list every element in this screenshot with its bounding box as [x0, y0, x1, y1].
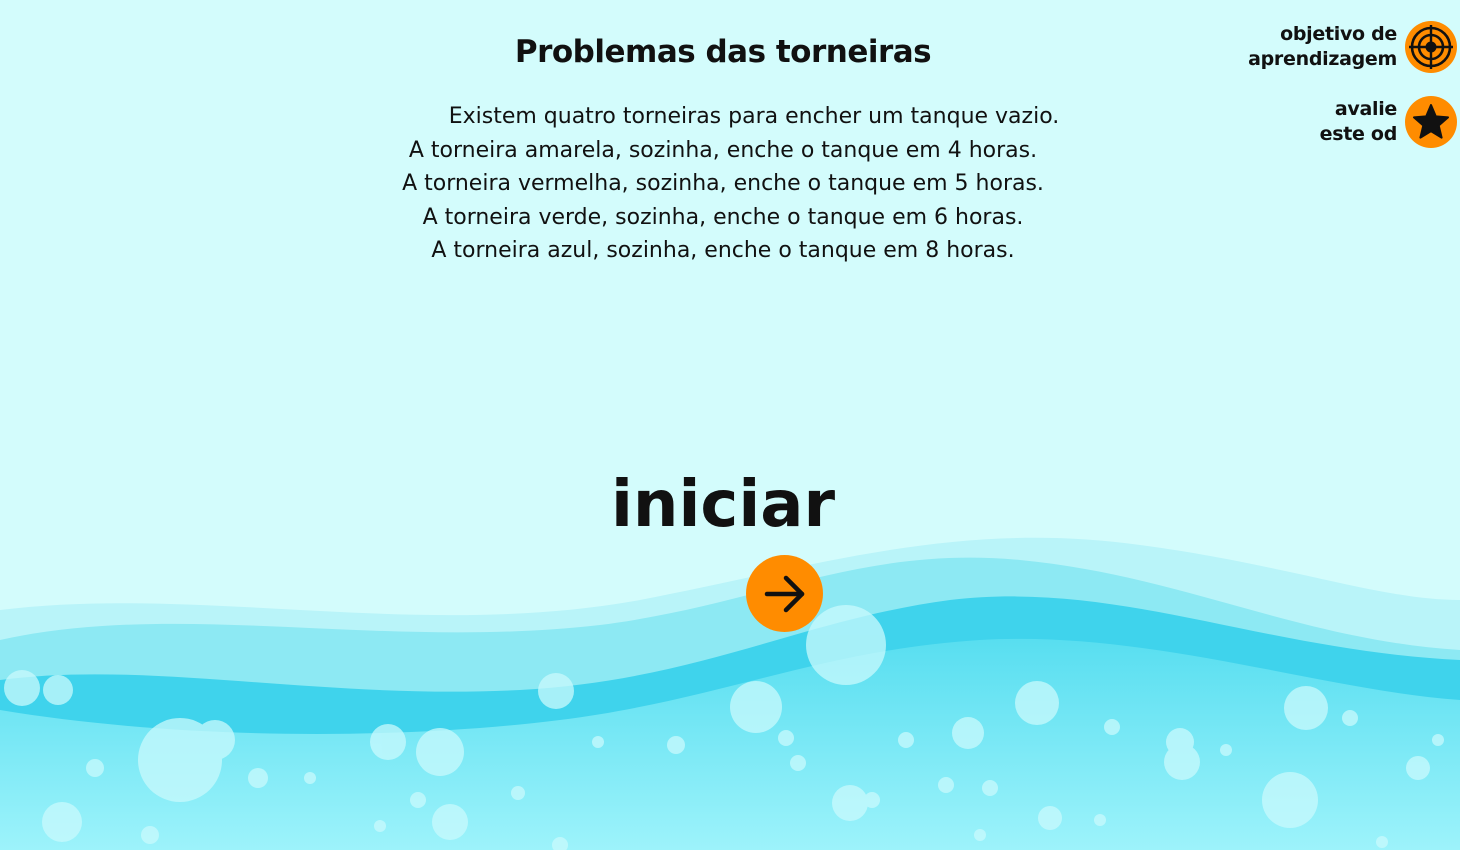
problem-description: Existem quatro torneiras para encher um …: [0, 100, 1446, 268]
rate-label-line1: avalie: [1334, 98, 1397, 120]
target-icon[interactable]: [1405, 21, 1457, 73]
learning-objective-button[interactable]: objetivo de aprendizagem: [1248, 21, 1457, 73]
description-line: A torneira amarela, sozinha, enche o tan…: [408, 137, 1038, 163]
rate-label: avalie este od: [1319, 97, 1398, 147]
star-icon[interactable]: [1405, 96, 1457, 148]
description-line: A torneira azul, sozinha, enche o tanque…: [431, 238, 1015, 263]
page-title: Problemas das torneiras: [514, 34, 932, 70]
learning-objective-label-line2: aprendizagem: [1248, 48, 1397, 70]
learning-objective-label: objetivo de aprendizagem: [1248, 22, 1397, 72]
rate-this-od-button[interactable]: avalie este od: [1320, 96, 1457, 148]
rate-label-line2: este od: [1319, 123, 1398, 145]
start-label: iniciar: [610, 468, 836, 542]
description-line: Existem quatro torneiras para encher um …: [448, 104, 1060, 129]
start-button[interactable]: [746, 555, 823, 632]
description-line: A torneira vermelha, sozinha, enche o ta…: [402, 171, 1044, 196]
learning-objective-label-line1: objetivo de: [1280, 23, 1397, 45]
description-line: A torneira verde, sozinha, enche o tanqu…: [422, 204, 1024, 230]
arrow-right-icon: [764, 575, 804, 612]
